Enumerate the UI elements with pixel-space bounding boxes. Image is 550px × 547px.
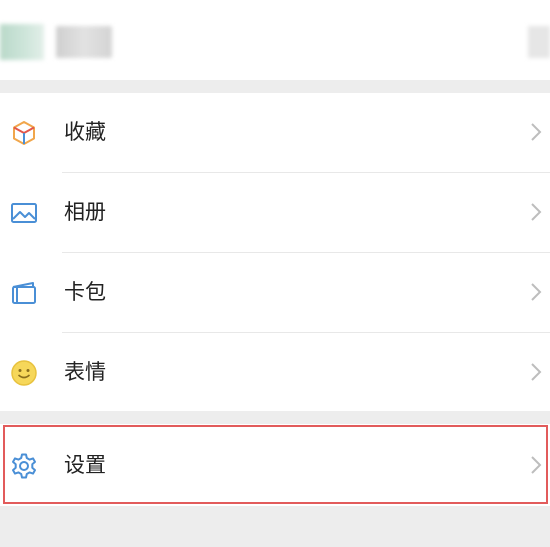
chevron-right-icon — [530, 202, 542, 222]
menu-item-stickers[interactable]: 表情 — [0, 333, 550, 412]
top-strip — [0, 0, 550, 8]
avatar[interactable] — [0, 24, 44, 60]
menu-item-album[interactable]: 相册 — [0, 173, 550, 252]
menu-group-main: 收藏 相册 卡包 表情 — [0, 93, 550, 411]
chevron-right-icon — [530, 122, 542, 142]
emoji-smile-icon — [10, 359, 38, 387]
menu-item-label: 卡包 — [64, 280, 106, 304]
menu-item-favorites[interactable]: 收藏 — [0, 93, 550, 172]
menu-group-settings: 设置 — [0, 424, 550, 506]
profile-card[interactable] — [0, 8, 550, 80]
menu-item-settings[interactable]: 设置 — [0, 426, 550, 505]
menu-item-label: 收藏 — [64, 120, 106, 144]
chevron-right-icon — [530, 455, 542, 475]
profile-name-blurred — [56, 26, 112, 58]
settings-gear-icon — [10, 452, 38, 480]
favorites-cube-icon — [10, 119, 38, 147]
menu-item-label: 表情 — [64, 360, 106, 384]
album-picture-icon — [10, 199, 38, 227]
menu-item-card-wallet[interactable]: 卡包 — [0, 253, 550, 332]
menu-item-label: 设置 — [64, 453, 106, 477]
menu-item-label: 相册 — [64, 200, 106, 224]
chevron-right-icon — [530, 362, 542, 382]
profile-qr-blurred[interactable] — [528, 26, 550, 58]
chevron-right-icon — [530, 282, 542, 302]
card-wallet-icon — [10, 279, 38, 307]
